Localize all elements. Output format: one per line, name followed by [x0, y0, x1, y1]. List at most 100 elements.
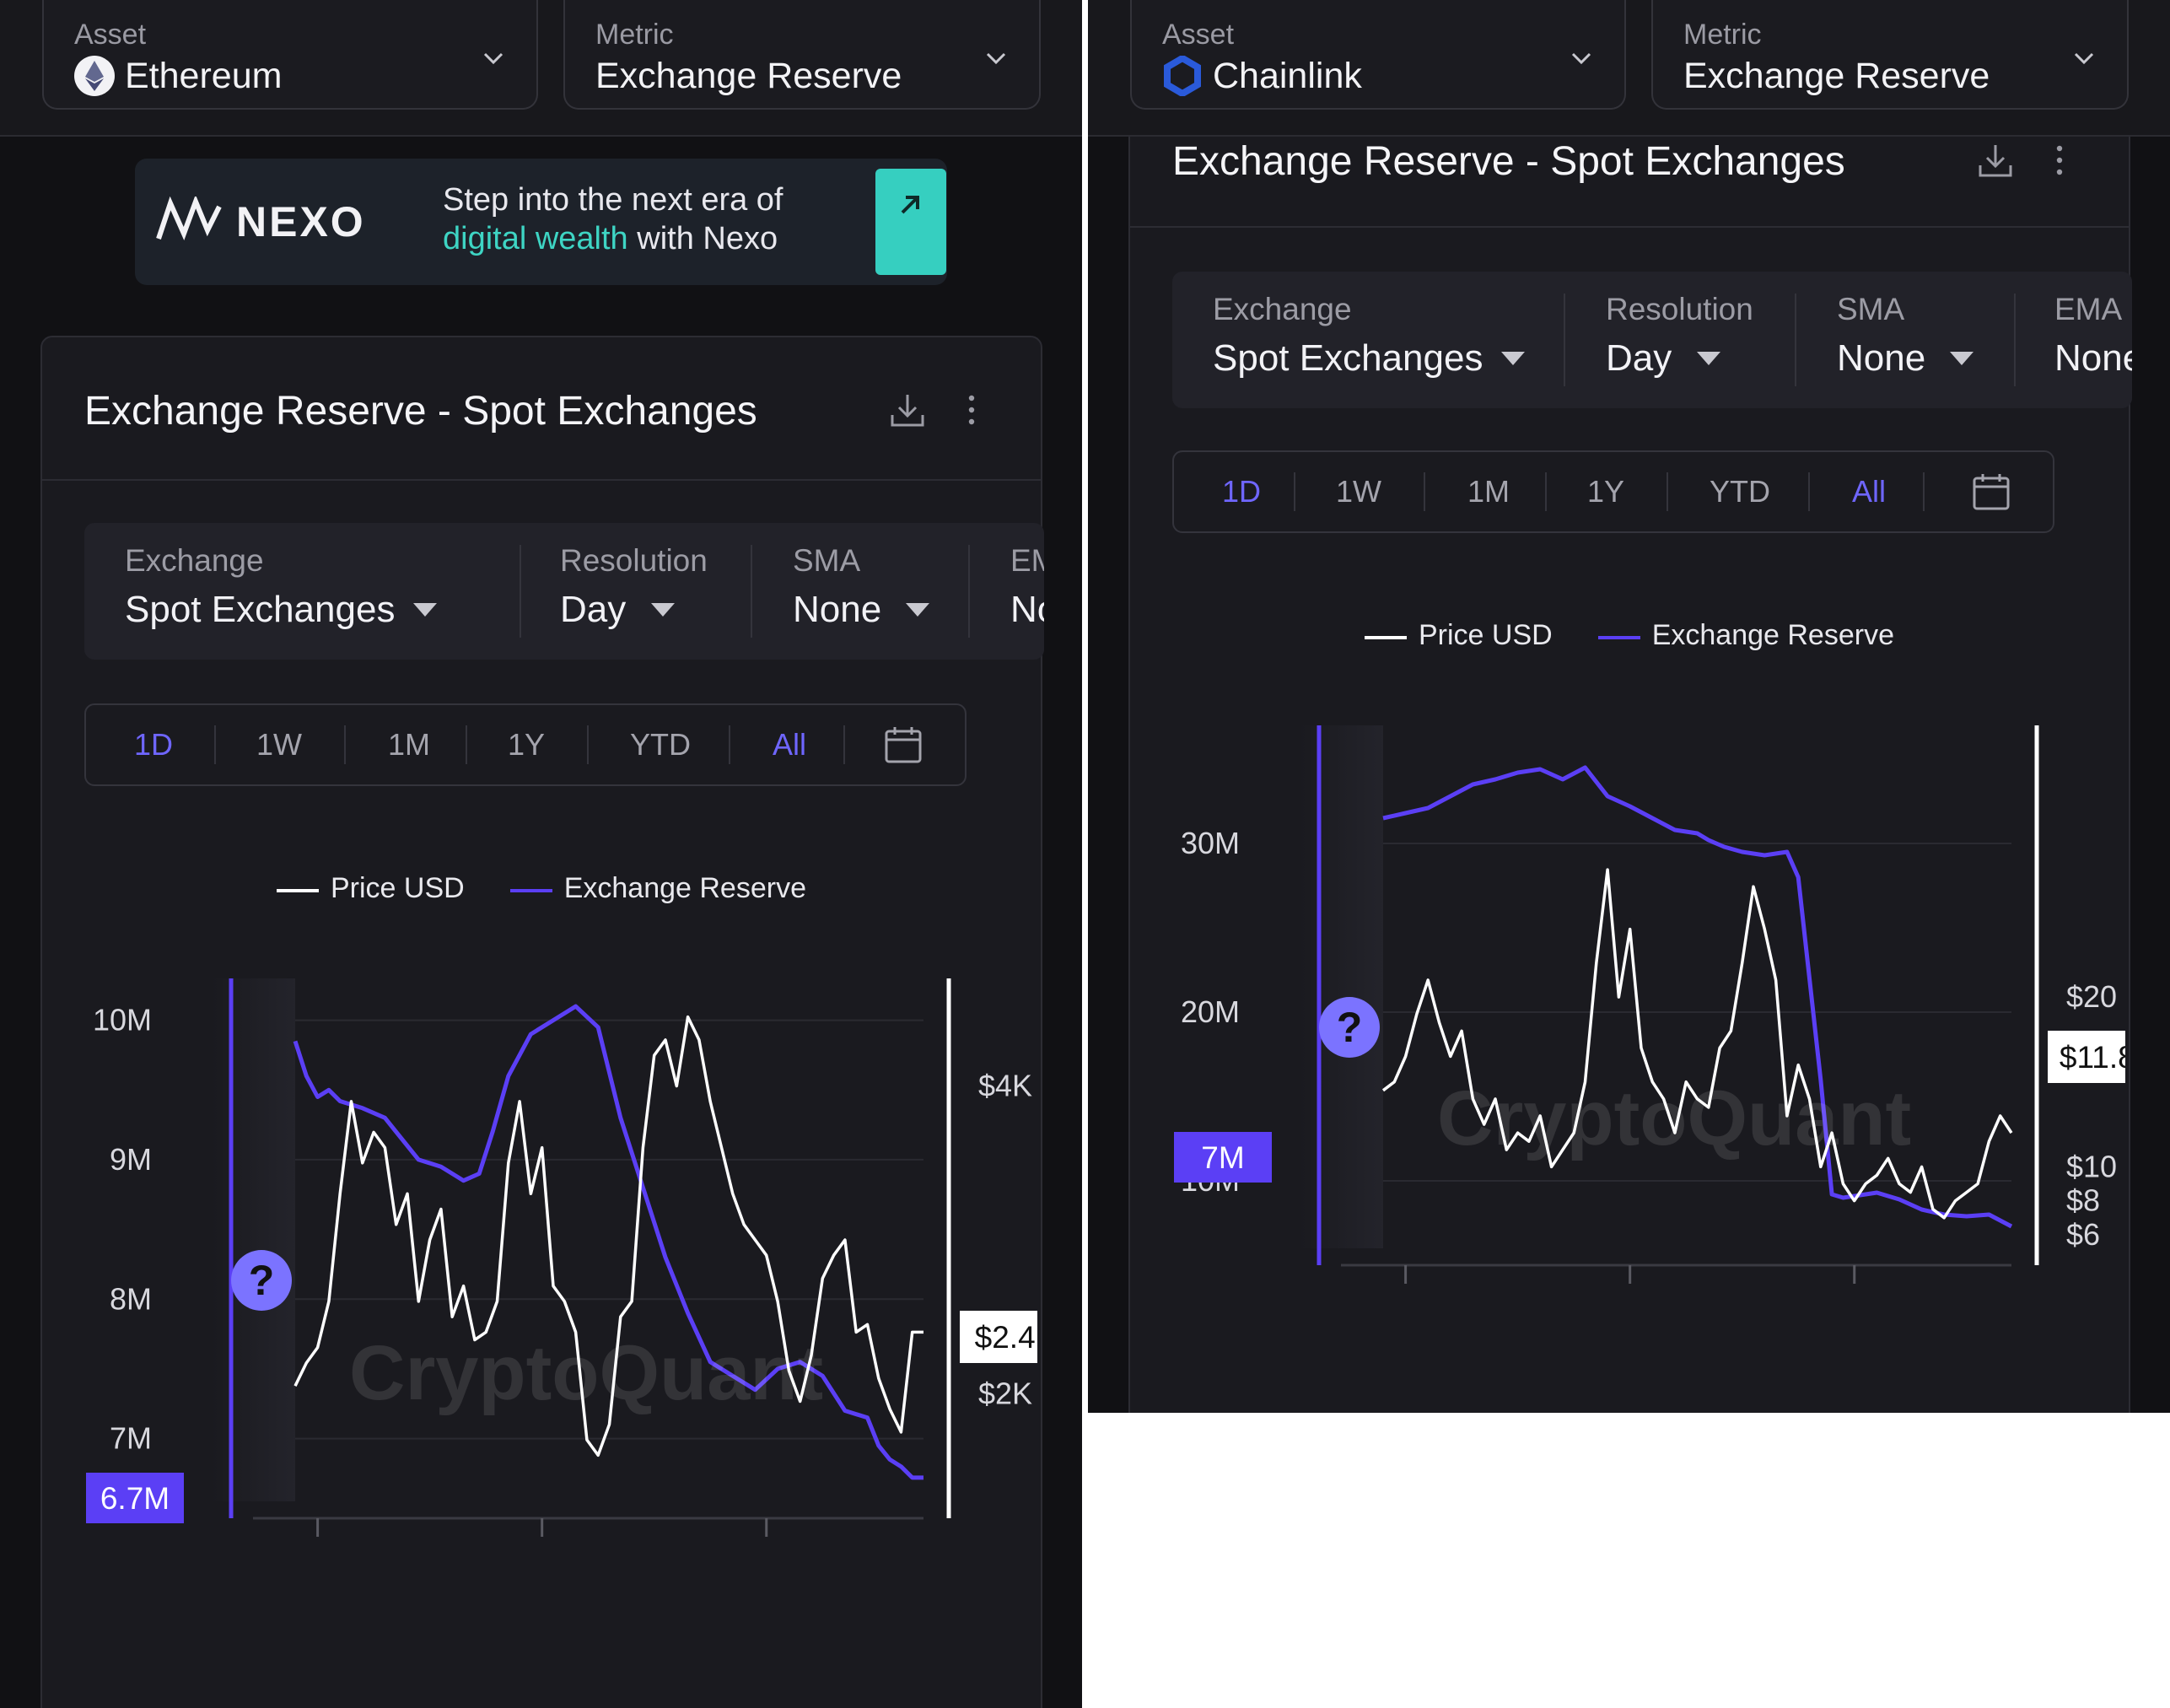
time-range-selector: 1D 1W 1M 1Y YTD All [1172, 450, 2054, 533]
plot-shade [211, 978, 295, 1501]
filter-label: Exchange [125, 543, 264, 578]
range-1y[interactable]: 1Y [467, 705, 585, 784]
filter-divider [1564, 294, 1565, 386]
y-right-tick-label: $4K [978, 1069, 1032, 1103]
range-1w[interactable]: 1W [1295, 452, 1422, 531]
plot-shade [1299, 725, 1383, 1248]
range-divider [1923, 472, 1925, 511]
ad-text: Step into the next era of digital wealth… [443, 180, 783, 258]
selector-bar: Asset Chainlink Metric Exchange Reserve [1088, 0, 2170, 137]
range-ytd[interactable]: YTD [589, 705, 732, 784]
ad-cta-button[interactable] [875, 169, 946, 275]
screenshot-divider [1082, 0, 1088, 1708]
filter-label: SMA [793, 543, 861, 578]
calendar-icon[interactable] [1972, 472, 2011, 511]
y-right-tick-label: $10 [2066, 1149, 2117, 1183]
card-title: Exchange Reserve - Spot Exchanges [84, 389, 757, 434]
range-1d[interactable]: 1D [94, 705, 213, 784]
sma-filter[interactable]: SMA None [1837, 272, 2006, 408]
metric-selector[interactable]: Metric Exchange Reserve [563, 0, 1041, 110]
legend-item-price[interactable]: Price USD [277, 872, 465, 905]
range-all[interactable]: All [1810, 452, 1928, 531]
download-icon[interactable] [1975, 140, 2016, 180]
chainlink-icon [1164, 56, 1201, 96]
y-left-tick-label: 20M [1181, 994, 1240, 1029]
right-value-badge-text: $2.4K [975, 1320, 1037, 1355]
left-value-badge-text: 7M [1201, 1140, 1244, 1175]
selector-bar: Asset Ethereum Metric Exchange Reserve [0, 0, 1082, 137]
filter-divider [751, 545, 752, 638]
range-1m[interactable]: 1M [1425, 452, 1552, 531]
metric-value: Exchange Reserve [595, 56, 902, 96]
metric-value: Exchange Reserve [1683, 56, 1990, 96]
legend-item-price[interactable]: Price USD [1365, 619, 1553, 652]
more-options-icon[interactable] [2039, 140, 2080, 180]
watermark: CryptoQuant [1437, 1075, 1912, 1161]
resolution-filter[interactable]: Resolution Day [1606, 272, 1774, 408]
legend-label: Exchange Reserve [563, 872, 806, 904]
legend-item-reserve[interactable]: Exchange Reserve [509, 872, 806, 905]
asset-selector[interactable]: Asset Ethereum [42, 0, 538, 110]
price-usd-line [1381, 868, 2013, 1220]
filter-label: Resolution [1606, 292, 1753, 326]
metric-selector[interactable]: Metric Exchange Reserve [1651, 0, 2129, 110]
exchange-filter[interactable]: Exchange Spot Exchanges [1213, 272, 1575, 408]
download-icon[interactable] [887, 390, 928, 430]
exchange-reserve-chart: 20242025202630M20M10M7M$20$10$8$6$11.8* [1174, 725, 2125, 1284]
exchange-filter[interactable]: Exchange Spot Exchanges [125, 523, 487, 660]
y-right-tick-label: $6 [2066, 1217, 2100, 1252]
y-left-tick-label: 10M [93, 1003, 152, 1037]
chevron-down-icon [483, 52, 503, 65]
range-1m[interactable]: 1M [346, 705, 472, 784]
card-divider [42, 479, 1041, 481]
filter-bar: Exchange Spot Exchanges Resolution Day S… [1172, 272, 2132, 408]
legend-label: Price USD [1419, 619, 1553, 651]
asset-label: Asset [1162, 19, 1235, 51]
caret-down-icon [1501, 352, 1525, 365]
ema-filter[interactable]: EMA None [1010, 523, 1044, 660]
filter-value: None [2054, 337, 2132, 379]
chart-legend: Price USD Exchange Reserve [1365, 619, 1940, 652]
time-range-selector: 1D 1W 1M 1Y YTD All [84, 703, 967, 786]
filter-divider [968, 545, 970, 638]
caret-down-icon [1697, 352, 1720, 365]
metric-label: Metric [595, 19, 674, 51]
caret-down-icon [1950, 352, 1973, 365]
filter-value: Spot Exchanges [1213, 337, 1483, 379]
y-right-tick-label: $20 [2066, 979, 2117, 1014]
filter-value: None [1837, 337, 1926, 379]
y-right-tick-label: $2K [978, 1376, 1032, 1410]
sma-filter[interactable]: SMA None [793, 523, 961, 660]
asset-selector[interactable]: Asset Chainlink [1130, 0, 1626, 110]
ad-accent: digital wealth [443, 221, 628, 256]
asset-value: Chainlink [1213, 56, 1362, 96]
range-ytd[interactable]: YTD [1668, 452, 1812, 531]
more-options-icon[interactable] [951, 390, 992, 430]
legend-item-reserve[interactable]: Exchange Reserve [1597, 619, 1894, 652]
help-button[interactable]: ? [231, 1250, 292, 1311]
exchange-reserve-chart: 20242025202610M9M8M7M6.7M$4K$2K$2.4K [86, 978, 1037, 1537]
filter-label: SMA [1837, 292, 1905, 326]
y-right-tick-label: $8 [2066, 1183, 2100, 1218]
range-1w[interactable]: 1W [216, 705, 342, 784]
chevron-down-icon [2074, 52, 2094, 65]
legend-swatch-price [1365, 636, 1407, 639]
range-divider [843, 725, 845, 764]
caret-down-icon [906, 603, 929, 617]
filter-label: Exchange [1213, 292, 1352, 326]
range-all[interactable]: All [730, 705, 848, 784]
asset-value: Ethereum [125, 56, 283, 96]
legend-label: Price USD [331, 872, 465, 904]
nexo-ad-banner[interactable]: NEXO Step into the next era of digital w… [135, 159, 947, 285]
calendar-icon[interactable] [884, 725, 923, 764]
range-1d[interactable]: 1D [1182, 452, 1300, 531]
chart-card: Exchange Reserve - Spot Exchanges Exchan… [40, 336, 1044, 1708]
ad-line-1: Step into the next era of [443, 182, 783, 218]
ema-filter[interactable]: EMA None [2054, 272, 2132, 408]
resolution-filter[interactable]: Resolution Day [560, 523, 729, 660]
card-title: Exchange Reserve - Spot Exchanges [1172, 139, 1845, 184]
range-1y[interactable]: 1Y [1547, 452, 1665, 531]
asset-label: Asset [74, 19, 147, 51]
help-button[interactable]: ? [1319, 997, 1380, 1058]
filter-label: EMA [1010, 543, 1044, 578]
